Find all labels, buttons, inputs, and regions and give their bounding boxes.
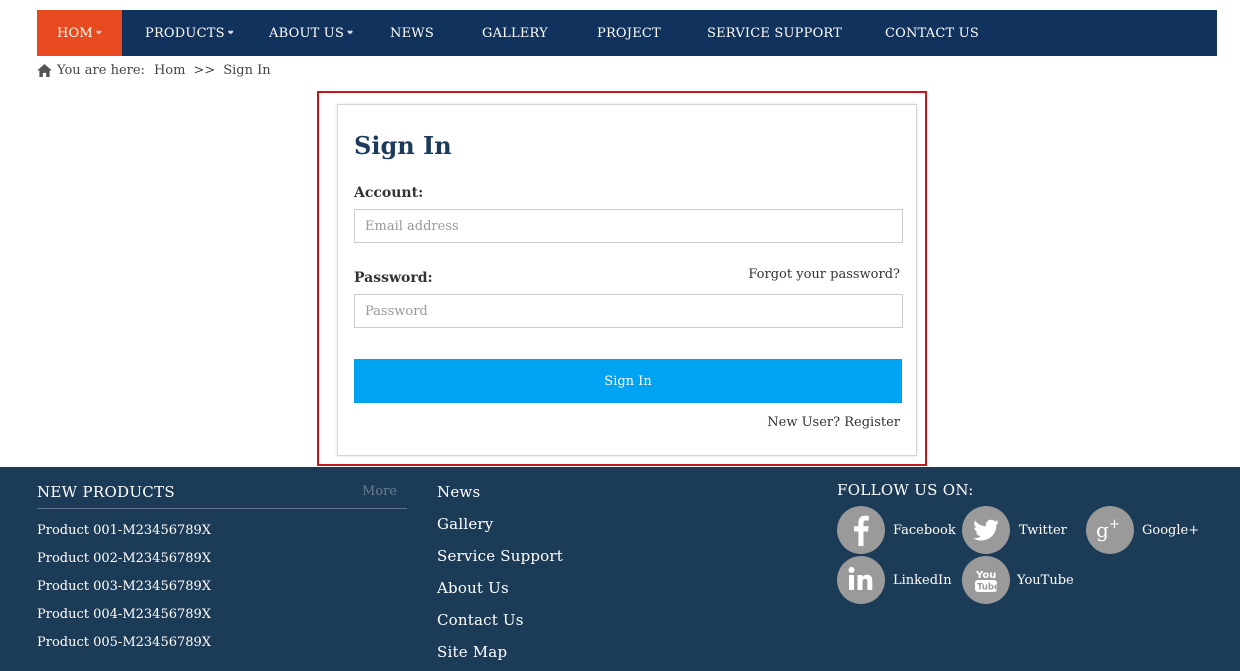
new-products-title: NEW PRODUCTS [37, 482, 175, 501]
breadcrumb-prefix: You are here: [57, 62, 145, 78]
nav-item-label: GALLERY [482, 25, 548, 41]
nav-item-project[interactable]: PROJECT [597, 10, 661, 56]
social-label: LinkedIn [893, 572, 952, 588]
linkedin-icon [837, 556, 885, 604]
svg-text:g: g [1096, 518, 1109, 542]
social-youtube[interactable]: You Tube YouTube [962, 556, 1074, 604]
password-label: Password: [354, 270, 433, 286]
youtube-icon: You Tube [962, 556, 1010, 604]
register-link[interactable]: New User? Register [767, 415, 900, 430]
footer-link-contact-us[interactable]: Contact Us [437, 611, 563, 643]
new-products-list: Product 001-M23456789X Product 002-M2345… [37, 523, 407, 663]
signin-title: Sign In [354, 131, 452, 160]
email-input[interactable] [354, 209, 903, 243]
google-plus-icon: g + [1086, 506, 1134, 554]
svg-text:You: You [975, 570, 996, 581]
product-link[interactable]: Product 004-M23456789X [37, 607, 407, 635]
breadcrumb: You are here: Hom >> Sign In [37, 61, 271, 79]
social-facebook[interactable]: Facebook [837, 506, 956, 554]
breadcrumb-home-link[interactable]: Hom [154, 63, 186, 78]
account-label: Account: [354, 185, 424, 201]
nav-item-gallery[interactable]: GALLERY [482, 10, 548, 56]
more-link[interactable]: More [362, 484, 397, 499]
footer-link-about-us[interactable]: About Us [437, 579, 563, 611]
main-nav: HOM ❤ PRODUCTS ❤ ABOUT US ❤ NEWS GALLERY PR… [37, 10, 1217, 56]
social-linkedin[interactable]: LinkedIn [837, 556, 952, 604]
password-input[interactable] [354, 294, 903, 328]
nav-item-label: PROJECT [597, 25, 661, 41]
svg-text:+: + [1109, 517, 1120, 532]
social-twitter[interactable]: Twitter [962, 506, 1067, 554]
nav-item-label: CONTACT US [885, 25, 979, 41]
nav-item-home[interactable]: HOM ❤ [37, 10, 122, 56]
heart-icon: ❤ [95, 29, 102, 37]
product-link[interactable]: Product 001-M23456789X [37, 523, 407, 551]
social-label: YouTube [1017, 572, 1074, 588]
footer-link-site-map[interactable]: Site Map [437, 643, 563, 671]
product-link[interactable]: Product 002-M23456789X [37, 551, 407, 579]
follow-section: FOLLOW US ON: Facebook Twitter g + Googl… [837, 481, 1217, 611]
nav-item-products[interactable]: PRODUCTS ❤ [145, 10, 234, 56]
follow-title: FOLLOW US ON: [837, 481, 974, 499]
social-google-plus[interactable]: g + Google+ [1086, 506, 1199, 554]
heart-icon: ❤ [347, 29, 354, 37]
nav-item-label: PRODUCTS [145, 25, 225, 41]
footer-link-news[interactable]: News [437, 483, 563, 515]
footer-link-gallery[interactable]: Gallery [437, 515, 563, 547]
nav-item-label: ABOUT US [269, 25, 345, 41]
heart-icon: ❤ [227, 29, 234, 37]
nav-item-about-us[interactable]: ABOUT US ❤ [269, 10, 353, 56]
nav-item-label: HOM [57, 25, 93, 41]
breadcrumb-current: Sign In [223, 62, 271, 78]
facebook-icon [837, 506, 885, 554]
footer-links: News Gallery Service Support About Us Co… [437, 483, 563, 671]
social-label: Facebook [893, 522, 956, 538]
social-label: Google+ [1142, 522, 1200, 538]
new-products-header: NEW PRODUCTS More [37, 483, 407, 509]
svg-text:Tube: Tube [977, 583, 1000, 593]
product-link[interactable]: Product 005-M23456789X [37, 635, 407, 663]
twitter-icon [962, 506, 1010, 554]
signin-button[interactable]: Sign In [354, 359, 902, 403]
nav-item-label: NEWS [390, 25, 434, 41]
signin-panel: Sign In Account: Password: Forgot your p… [337, 104, 917, 456]
breadcrumb-separator: >> [193, 62, 216, 78]
product-link[interactable]: Product 003-M23456789X [37, 579, 407, 607]
nav-item-label: SERVICE SUPPORT [707, 25, 843, 41]
social-label: Twitter [1019, 522, 1067, 538]
footer: NEW PRODUCTS More Product 001-M23456789X… [0, 467, 1240, 671]
nav-item-news[interactable]: NEWS [390, 10, 434, 56]
nav-item-service-support[interactable]: SERVICE SUPPORT [707, 10, 842, 56]
forgot-password-link[interactable]: Forgot your password? [748, 267, 900, 282]
nav-item-contact-us[interactable]: CONTACT US [885, 10, 979, 56]
footer-link-service-support[interactable]: Service Support [437, 547, 563, 579]
new-products-section: NEW PRODUCTS More Product 001-M23456789X… [37, 483, 407, 663]
home-icon [37, 63, 52, 77]
